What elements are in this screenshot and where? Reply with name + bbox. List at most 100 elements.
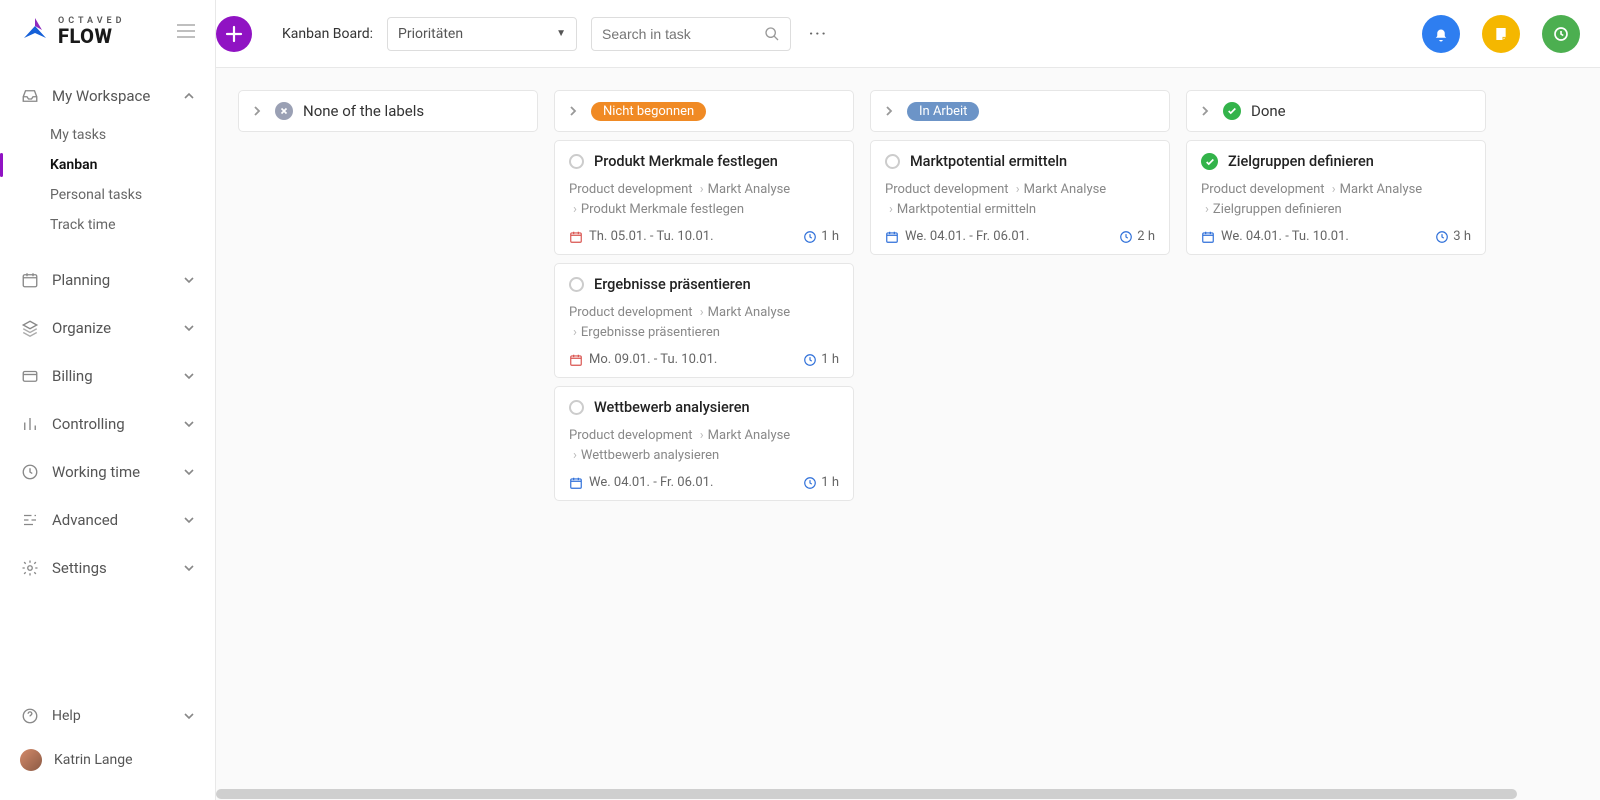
add-button[interactable] — [216, 16, 252, 52]
nav-item-organize[interactable]: Organize — [0, 304, 215, 352]
kanban-column-inprogress: In Arbeit Marktpotential ermittelnProduct… — [870, 90, 1170, 778]
nav-label: Advanced — [52, 511, 183, 529]
task-date: We. 04.01. - Fr. 06.01. — [885, 229, 1029, 244]
caret-down-icon: ▼ — [556, 28, 566, 39]
bell-icon — [1432, 25, 1450, 43]
task-hours: 1 h — [803, 475, 839, 490]
task-date: We. 04.01. - Fr. 06.01. — [569, 475, 713, 490]
calendar-icon — [885, 230, 899, 244]
scrollbar-thumb[interactable] — [216, 789, 1517, 799]
board-selected-value: Prioritäten — [398, 26, 463, 42]
breadcrumb: Product development ›Markt Analyse ›Mark… — [885, 180, 1155, 219]
card-footer: We. 04.01. - Fr. 06.01.2 h — [885, 229, 1155, 244]
task-status-circle[interactable] — [569, 154, 584, 169]
task-hours: 1 h — [803, 229, 839, 244]
nav-sub-kanban[interactable]: Kanban — [0, 150, 215, 180]
chevron-right-icon[interactable] — [251, 105, 265, 117]
task-title: Ergebnisse präsentieren — [594, 276, 751, 293]
help-label: Help — [52, 708, 81, 724]
task-date: Mo. 09.01. - Tu. 10.01. — [569, 352, 717, 367]
task-card[interactable]: Zielgruppen definieren Product developmen… — [1186, 140, 1486, 255]
column-header[interactable]: In Arbeit — [870, 90, 1170, 132]
card-footer: Th. 05.01. - Tu. 10.01.1 h — [569, 229, 839, 244]
kanban-column-notstarted: Nicht begonnen Produkt Merkmale festlegen… — [554, 90, 854, 778]
column-header[interactable]: None of the labels — [238, 90, 538, 132]
kanban-column-none: None of the labels — [238, 90, 538, 778]
calendar-icon — [569, 353, 583, 367]
nav-item-settings[interactable]: Settings — [0, 544, 215, 592]
nav-item-my-workspace[interactable]: My Workspace — [0, 72, 215, 120]
notes-button[interactable] — [1482, 15, 1520, 53]
brand-logo[interactable]: OCTAVED FLOW — [20, 16, 125, 46]
no-label-icon — [275, 102, 293, 120]
chevron-up-icon — [183, 90, 195, 102]
avatar — [20, 749, 42, 771]
billing-icon — [20, 366, 40, 386]
task-card[interactable]: Produkt Merkmale festlegen Product develo… — [554, 140, 854, 255]
sidebar-bottom: Help Katrin Lange — [0, 684, 215, 800]
chevron-down-icon — [183, 418, 195, 430]
task-date: We. 04.01. - Tu. 10.01. — [1201, 229, 1349, 244]
nav-label: Settings — [52, 559, 183, 577]
user-menu[interactable]: Katrin Lange — [0, 738, 215, 782]
nav-sub-label: My tasks — [50, 127, 106, 143]
kanban-column-done: Done Zielgruppen definieren Product develo… — [1186, 90, 1486, 778]
nav-sub-my-tasks[interactable]: My tasks — [0, 120, 215, 150]
kanban-board-label: Kanban Board: — [282, 26, 373, 42]
clock-icon — [803, 230, 817, 244]
clock-icon — [1435, 230, 1449, 244]
more-menu[interactable]: ··· — [805, 26, 832, 42]
chevron-right-icon[interactable] — [883, 105, 897, 117]
task-status-circle[interactable] — [569, 277, 584, 292]
clock-icon — [1119, 230, 1133, 244]
chevron-right-icon[interactable] — [567, 105, 581, 117]
breadcrumb: Product development ›Markt Analyse ›Prod… — [569, 180, 839, 219]
task-status-done-icon[interactable] — [1201, 153, 1218, 170]
breadcrumb: Product development ›Markt Analyse ›Wett… — [569, 426, 839, 465]
card-title-row: Produkt Merkmale festlegen — [569, 153, 839, 170]
task-title: Zielgruppen definieren — [1228, 153, 1374, 170]
task-hours: 1 h — [803, 352, 839, 367]
nav-item-planning[interactable]: Planning — [0, 256, 215, 304]
nav-sub-track-time[interactable]: Track time — [0, 210, 215, 240]
nav-item-working-time[interactable]: Working time — [0, 448, 215, 496]
column-label-pill: Nicht begonnen — [591, 102, 706, 121]
card-title-row: Wettbewerb analysieren — [569, 399, 839, 416]
task-status-circle[interactable] — [885, 154, 900, 169]
task-title: Wettbewerb analysieren — [594, 399, 750, 416]
nav-sub-label: Kanban — [50, 157, 97, 173]
task-status-circle[interactable] — [569, 400, 584, 415]
nav-item-controlling[interactable]: Controlling — [0, 400, 215, 448]
nav-item-billing[interactable]: Billing — [0, 352, 215, 400]
task-card[interactable]: Ergebnisse präsentierenProduct developme… — [554, 263, 854, 378]
search-icon — [764, 26, 780, 42]
notifications-button[interactable] — [1422, 15, 1460, 53]
note-icon — [1493, 26, 1509, 42]
task-card[interactable]: Marktpotential ermittelnProduct developm… — [870, 140, 1170, 255]
nav-label: My Workspace — [52, 87, 183, 105]
timer-button[interactable] — [1542, 15, 1580, 53]
calendar-icon — [569, 476, 583, 490]
nav-sub-personal-tasks[interactable]: Personal tasks — [0, 180, 215, 210]
board-select[interactable]: Prioritäten ▼ — [387, 17, 577, 51]
column-header[interactable]: Nicht begonnen — [554, 90, 854, 132]
search-input[interactable] — [602, 26, 752, 42]
nav-item-advanced[interactable]: Advanced — [0, 496, 215, 544]
calendar-icon — [1201, 230, 1215, 244]
search-box[interactable] — [591, 17, 791, 51]
topbar: Kanban Board: Prioritäten ▼ ··· — [216, 0, 1600, 68]
chevron-right-icon[interactable] — [1199, 105, 1213, 117]
task-card[interactable]: Wettbewerb analysieren Product developmen… — [554, 386, 854, 501]
sliders-icon — [20, 510, 40, 530]
task-title: Produkt Merkmale festlegen — [594, 153, 778, 170]
nav-item-help[interactable]: Help — [0, 694, 215, 738]
inbox-icon — [20, 86, 40, 106]
nav-sub-label: Personal tasks — [50, 187, 142, 203]
horizontal-scrollbar[interactable] — [216, 788, 1600, 800]
calendar-icon — [569, 230, 583, 244]
layers-icon — [20, 318, 40, 338]
nav-label: Controlling — [52, 415, 183, 433]
sidebar-toggle-icon[interactable] — [177, 24, 195, 38]
breadcrumb: Product development ›Markt Analyse ›Ziel… — [1201, 180, 1471, 219]
column-header[interactable]: Done — [1186, 90, 1486, 132]
